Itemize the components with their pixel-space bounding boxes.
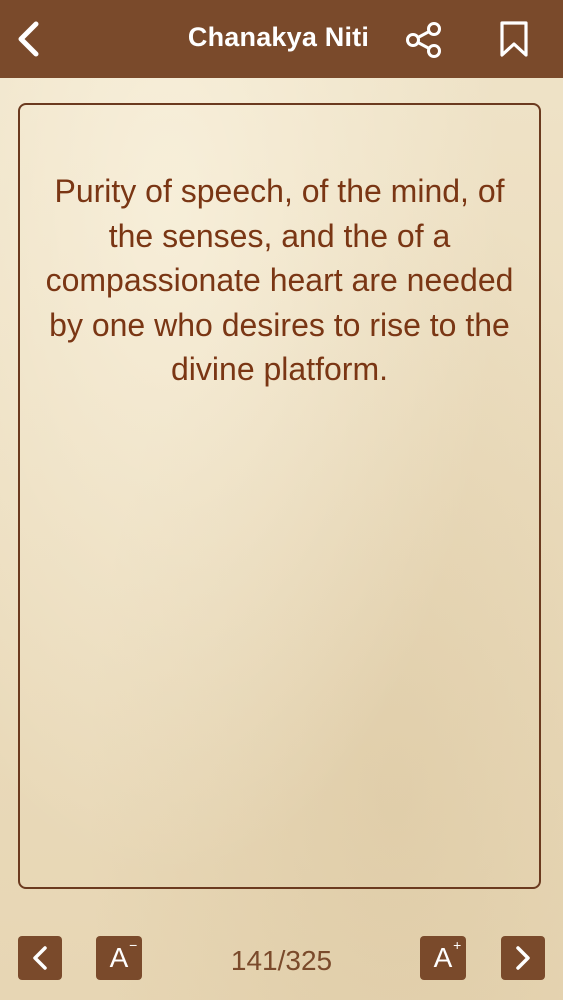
share-button[interactable] — [403, 20, 445, 60]
page-title: Chanakya Niti — [187, 22, 370, 52]
footer-bar: A − 141/325 A + — [0, 930, 563, 990]
font-increase-button[interactable]: A + — [420, 936, 466, 980]
next-button[interactable] — [501, 936, 545, 980]
header-bar: Chanakya Niti — [0, 0, 563, 78]
bookmark-button[interactable] — [494, 18, 534, 60]
quote-card: Purity of speech, of the mind, of the se… — [18, 103, 541, 889]
font-increase-label: A + — [433, 937, 462, 973]
plus-sign: + — [453, 937, 462, 953]
page-counter: 141/325 — [230, 945, 333, 976]
bookmark-icon — [500, 21, 528, 57]
quote-text: Purity of speech, of the mind, of the se… — [45, 173, 514, 387]
share-icon — [406, 22, 441, 58]
chevron-right-icon — [516, 946, 530, 970]
